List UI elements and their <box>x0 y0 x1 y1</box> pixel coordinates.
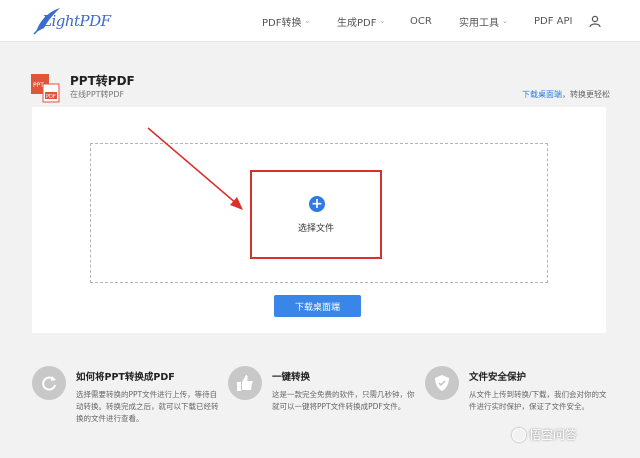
watermark-text: 悟空问答 <box>529 428 578 442</box>
feature-icon-convert <box>32 366 66 400</box>
chevron-down-icon: ⌄ <box>502 17 508 25</box>
nav-label: 生成PDF <box>337 17 377 29</box>
nav-pdf-convert[interactable]: PDF转换 ⌄ <box>262 0 310 42</box>
refresh-icon <box>42 376 56 391</box>
nav-label: PDF API <box>534 15 573 27</box>
select-file-highlight-box[interactable] <box>250 170 382 259</box>
ppt-file-icon: PPT PDF <box>31 74 60 103</box>
page-subtitle: 在线PPT转PDF <box>70 90 125 99</box>
feature-desc: 选择需要转换的PPT文件进行上传，等待自动转换。转换完成之后，就可以下载已经转换… <box>76 390 219 423</box>
shield-icon <box>435 375 449 391</box>
nav-label: 实用工具 <box>459 17 499 29</box>
upload-card: + 选择文件 下载桌面端 <box>32 107 606 333</box>
download-desktop-link[interactable]: 下载桌面端 <box>522 90 562 99</box>
download-desktop-suffix: ，转换更轻松 <box>562 90 610 99</box>
chevron-down-icon: ⌄ <box>379 17 386 25</box>
logo-text[interactable]: LightPDF <box>42 12 111 30</box>
ppt-icon-bottom-label: PDF <box>46 94 56 100</box>
feature-title: 如何将PPT转换成PDF <box>76 372 175 383</box>
nav-label: PDF转换 <box>262 17 302 29</box>
add-file-icon[interactable]: + <box>309 196 325 212</box>
select-file-label[interactable]: 选择文件 <box>250 221 382 234</box>
top-navigation-bar: LightPDF PDF转换 ⌄ 生成PDF ⌄ OCR 实用工具 ⌄ PDF … <box>0 0 640 42</box>
nav-tools[interactable]: 实用工具 ⌄ <box>459 0 508 42</box>
nav-pdf-api[interactable]: PDF API <box>534 0 572 42</box>
download-desktop-hint: 下载桌面端，转换更轻松 <box>522 89 610 100</box>
feature-title: 一键转换 <box>272 372 311 383</box>
nav-label: OCR <box>410 15 432 27</box>
chevron-down-icon: ⌄ <box>304 17 311 25</box>
feature-icon-one-click <box>228 366 262 400</box>
feature-icon-security <box>425 366 459 400</box>
nav-ocr[interactable]: OCR <box>410 0 432 42</box>
nav-create-pdf[interactable]: 生成PDF ⌄ <box>337 0 385 42</box>
feature-desc: 从文件上传到转换/下载，我们会对你的文件进行实时保护，保证了文件安全。 <box>469 390 607 411</box>
watermark-logo-icon <box>512 427 526 442</box>
feature-desc: 这是一款完全免费的软件，只需几秒钟，你就可以一键将PPT文件转换成PDF文件。 <box>272 390 415 411</box>
watermark: 悟空问答 <box>512 426 577 443</box>
user-icon[interactable] <box>589 15 601 27</box>
feature-title: 文件安全保护 <box>469 372 527 383</box>
download-desktop-button[interactable]: 下载桌面端 <box>274 295 361 317</box>
page-title: PPT转PDF <box>70 74 135 88</box>
thumbs-up-icon <box>237 375 253 391</box>
